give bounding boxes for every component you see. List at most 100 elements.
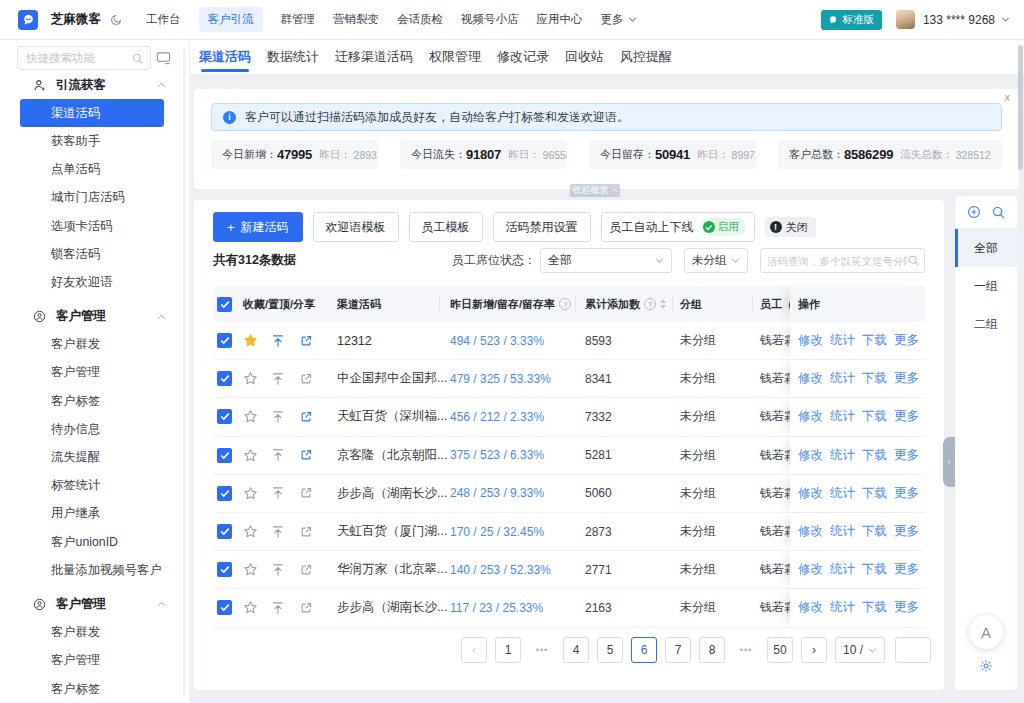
nav-item-1[interactable]: 客户引流 <box>199 7 263 32</box>
sidebar-item[interactable]: 好友欢迎语 <box>0 268 188 296</box>
help-icon[interactable]: ? <box>559 298 571 310</box>
action-edit[interactable]: 修改 <box>798 370 823 387</box>
page-size-select[interactable]: 10 / <box>835 637 885 663</box>
pagination-page-50[interactable]: 50 <box>767 637 793 663</box>
action-download[interactable]: 下载 <box>862 599 887 616</box>
overview-close-icon[interactable]: x <box>1005 92 1011 103</box>
pagination-page-7[interactable]: 7 <box>665 637 691 663</box>
row-checkbox[interactable] <box>217 409 232 424</box>
pin-top-icon[interactable] <box>271 371 286 386</box>
pagination-page-6[interactable]: 6 <box>631 637 657 663</box>
page-jump-input[interactable] <box>895 637 931 663</box>
close-toggle[interactable]: !关闭 <box>765 217 816 237</box>
sidebar-item[interactable]: 获客助手 <box>0 127 188 155</box>
favorite-star-icon[interactable] <box>243 448 258 463</box>
sidebar-item[interactable]: 客户管理 <box>0 647 188 675</box>
app-logo[interactable] <box>18 10 38 30</box>
group-select[interactable]: 未分组 <box>684 248 748 273</box>
share-icon[interactable] <box>299 486 314 501</box>
action-edit[interactable]: 修改 <box>798 408 823 425</box>
pagination-page-5[interactable]: 5 <box>597 637 623 663</box>
qrcode-name[interactable]: 12312 <box>337 322 439 359</box>
action-stats[interactable]: 统计 <box>830 599 855 616</box>
share-icon[interactable] <box>299 333 314 348</box>
action-download[interactable]: 下载 <box>862 523 887 540</box>
group-tab-2[interactable]: 二组 <box>955 305 1017 343</box>
action-stats[interactable]: 统计 <box>830 561 855 578</box>
qrcode-name[interactable]: 中企国邦中企国邦... <box>337 360 439 397</box>
favorite-star-icon[interactable] <box>243 486 258 501</box>
row-checkbox[interactable] <box>217 333 232 348</box>
favorite-star-icon[interactable] <box>243 333 258 348</box>
share-icon[interactable] <box>299 524 314 539</box>
action-edit[interactable]: 修改 <box>798 485 823 502</box>
row-checkbox[interactable] <box>217 600 232 615</box>
qrcode-disable-settings-button[interactable]: 活码禁用设置 <box>493 212 591 242</box>
nav-item-0[interactable]: 工作台 <box>146 12 181 27</box>
action-download[interactable]: 下载 <box>862 447 887 464</box>
sidebar-item[interactable]: 客户unionID <box>0 528 188 556</box>
sidebar-item[interactable]: 选项卡活码 <box>0 212 188 240</box>
sidebar-item[interactable]: 城市门店活码 <box>0 184 188 212</box>
nav-item-6[interactable]: 应用中心 <box>537 12 583 27</box>
nav-item-5[interactable]: 视频号小店 <box>461 12 519 27</box>
sidebar-item[interactable]: 客户群发 <box>0 331 188 359</box>
sidebar-item[interactable]: 客户群发 <box>0 619 188 647</box>
pin-top-icon[interactable] <box>271 600 286 615</box>
row-stats-link[interactable]: 248 / 253 / 9.33% <box>439 475 575 512</box>
action-more[interactable]: 更多 <box>894 332 919 349</box>
group-tab-0[interactable]: 全部 <box>955 229 1017 267</box>
select-all-checkbox[interactable] <box>217 297 232 312</box>
row-stats-link[interactable]: 375 / 523 / 6.33% <box>439 437 575 474</box>
sidebar-item[interactable]: 客户标签 <box>0 675 188 703</box>
search-group-icon[interactable] <box>992 206 1005 219</box>
tab-0[interactable]: 渠道活码 <box>199 40 251 75</box>
welcome-template-button[interactable]: 欢迎语模板 <box>313 212 399 242</box>
auto-online-button[interactable]: 员工自动上下线 启用 <box>601 212 755 242</box>
row-stats-link[interactable]: 494 / 523 / 3.33% <box>439 322 575 359</box>
row-checkbox[interactable] <box>217 562 232 577</box>
staff-template-button[interactable]: 员工模板 <box>409 212 483 242</box>
action-download[interactable]: 下载 <box>862 408 887 425</box>
sidebar-scrollbar[interactable] <box>183 48 186 696</box>
pagination-page-8[interactable]: 8 <box>699 637 725 663</box>
row-checkbox[interactable] <box>217 524 232 539</box>
favorite-star-icon[interactable] <box>243 600 258 615</box>
pin-top-icon[interactable] <box>271 409 286 424</box>
qrcode-name[interactable]: 华润万家（北京翠... <box>337 551 439 588</box>
action-stats[interactable]: 统计 <box>830 447 855 464</box>
sidebar-item[interactable]: 点单活码 <box>0 156 188 184</box>
tab-4[interactable]: 修改记录 <box>497 40 549 75</box>
favorite-star-icon[interactable] <box>243 562 258 577</box>
qrcode-name[interactable]: 天虹百货（深圳福... <box>337 398 439 435</box>
tab-3[interactable]: 权限管理 <box>429 40 481 75</box>
pin-top-icon[interactable] <box>271 486 286 501</box>
sidebar-item[interactable]: 客户管理 <box>0 359 188 387</box>
qrcode-name[interactable]: 京客隆（北京朝阳... <box>337 437 439 474</box>
user-avatar[interactable] <box>896 10 915 29</box>
pin-top-icon[interactable] <box>271 448 286 463</box>
sidebar-panel-icon[interactable] <box>156 51 171 65</box>
action-stats[interactable]: 统计 <box>830 370 855 387</box>
sidebar-item[interactable]: 用户继承 <box>0 500 188 528</box>
row-stats-link[interactable]: 117 / 23 / 25.33% <box>439 589 575 626</box>
action-edit[interactable]: 修改 <box>798 332 823 349</box>
plan-badge[interactable]: 标准版 <box>821 10 882 30</box>
sidebar-item[interactable]: 标签统计 <box>0 472 188 500</box>
pagination-page-1[interactable]: 1 <box>495 637 521 663</box>
action-download[interactable]: 下载 <box>862 332 887 349</box>
action-more[interactable]: 更多 <box>894 523 919 540</box>
pagination-ellipsis[interactable]: ••• <box>529 637 555 663</box>
action-download[interactable]: 下载 <box>862 561 887 578</box>
action-download[interactable]: 下载 <box>862 485 887 502</box>
favorite-star-icon[interactable] <box>243 524 258 539</box>
page-scrollbar[interactable] <box>1018 45 1023 170</box>
row-stats-link[interactable]: 479 / 325 / 53.33% <box>439 360 575 397</box>
theme-toggle-icon[interactable] <box>110 13 123 26</box>
nav-item-3[interactable]: 营销裂变 <box>333 12 379 27</box>
action-stats[interactable]: 统计 <box>830 332 855 349</box>
sidebar-section-1[interactable]: 客户管理 <box>0 303 188 331</box>
new-qrcode-button[interactable]: +新建活码 <box>213 212 303 242</box>
share-icon[interactable] <box>299 371 314 386</box>
pin-top-icon[interactable] <box>271 333 286 348</box>
